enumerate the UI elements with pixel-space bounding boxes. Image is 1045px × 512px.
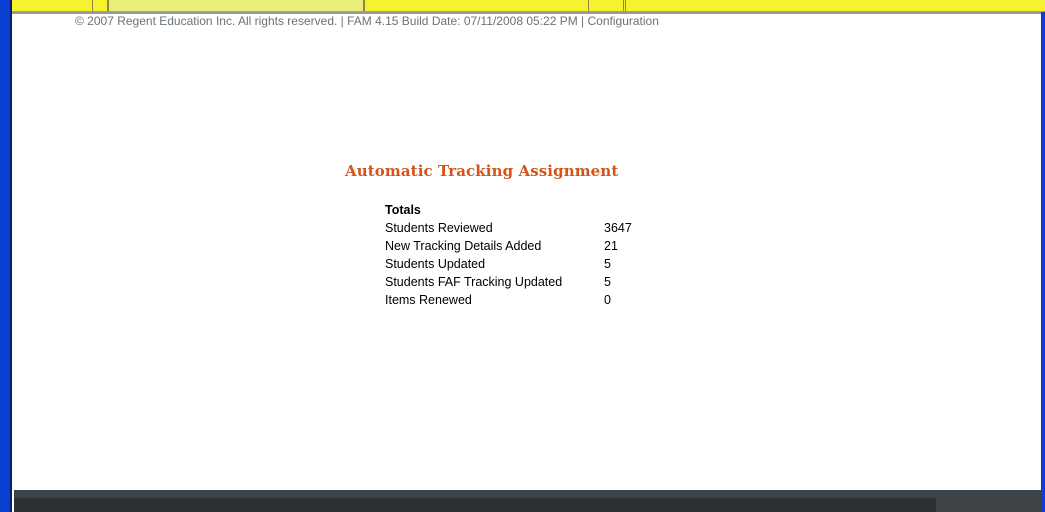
- row-label: Students Updated: [385, 257, 486, 271]
- table-row: Items Renewed 0: [385, 291, 644, 309]
- row-value: 21: [604, 239, 618, 253]
- row-label: Students Reviewed: [385, 221, 493, 235]
- totals-heading: Totals: [385, 203, 421, 217]
- copyright-text: © 2007 Regent Education Inc. All rights …: [75, 14, 585, 28]
- tab[interactable]: [364, 0, 624, 11]
- table-row: Students FAF Tracking Updated 5: [385, 273, 644, 291]
- footer-bar: [14, 498, 936, 512]
- footer: [14, 490, 1041, 512]
- tab-strip: [0, 0, 1045, 12]
- table-row: New Tracking Details Added 21: [385, 237, 644, 255]
- page-title: Automatic Tracking Assignment: [345, 162, 619, 180]
- totals-heading-row: Totals: [385, 201, 644, 219]
- window-left-border: [0, 0, 12, 512]
- configuration-link[interactable]: Configuration: [588, 14, 659, 28]
- row-label: Items Renewed: [385, 293, 472, 307]
- table-row: Students Reviewed 3647: [385, 219, 644, 237]
- totals-table: Totals Students Reviewed 3647 New Tracki…: [385, 201, 644, 309]
- row-label: New Tracking Details Added: [385, 239, 542, 253]
- footer-copyright: © 2007 Regent Education Inc. All rights …: [75, 14, 659, 28]
- tab-active[interactable]: [108, 0, 364, 11]
- window-right-border: [1041, 12, 1045, 512]
- tab-small[interactable]: [92, 0, 108, 11]
- row-value: 0: [604, 293, 611, 307]
- browser-window: Automatic Tracking Assignment Totals Stu…: [0, 0, 1045, 512]
- row-label: Students FAF Tracking Updated: [385, 275, 563, 289]
- row-value: 5: [604, 257, 611, 271]
- row-value: 3647: [604, 221, 632, 235]
- tab[interactable]: [588, 0, 626, 11]
- row-value: 5: [604, 275, 611, 289]
- table-row: Students Updated 5: [385, 255, 644, 273]
